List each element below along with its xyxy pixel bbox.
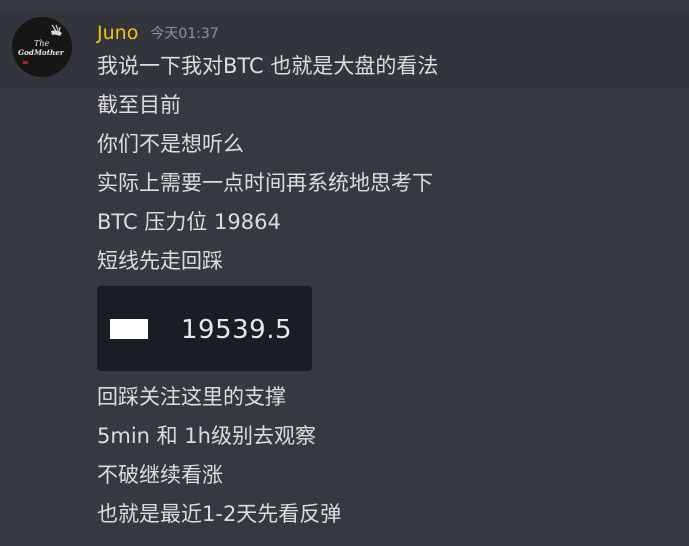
avatar[interactable]: The GodMother — [12, 17, 72, 77]
message-line: 实际上需要一点时间再系统地思考下 — [97, 171, 433, 195]
redacted-label — [110, 319, 148, 339]
message-line: 我说一下我对BTC 也就是大盘的看法 — [97, 54, 439, 78]
image-attachment[interactable]: 19539.5 — [97, 286, 312, 371]
chat-message: The GodMother Juno 今天01:37 我说一下我对BTC 也就是… — [0, 0, 689, 546]
message-line: 5min 和 1h级别去观察 — [97, 424, 316, 448]
message-line: 不破继续看涨 — [97, 463, 223, 487]
message-line: 也就是最近1-2天先看反弹 — [97, 502, 342, 526]
message-line: 你们不是想听么 — [97, 132, 244, 156]
username[interactable]: Juno — [97, 22, 138, 44]
price-value: 19539.5 — [181, 315, 293, 345]
message-line: 回踩关注这里的支撑 — [97, 385, 286, 409]
godfather-avatar-icon: The GodMother — [12, 17, 72, 77]
message-header: Juno 今天01:37 — [97, 22, 219, 46]
message-line: 截至目前 — [97, 93, 181, 117]
avatar-text-top: The — [34, 39, 49, 48]
message-line: BTC 压力位 19864 — [97, 210, 281, 234]
message-line: 短线先走回踩 — [97, 249, 223, 273]
timestamp[interactable]: 今天01:37 — [150, 26, 218, 42]
avatar-text-bottom: GodMother — [18, 48, 65, 57]
